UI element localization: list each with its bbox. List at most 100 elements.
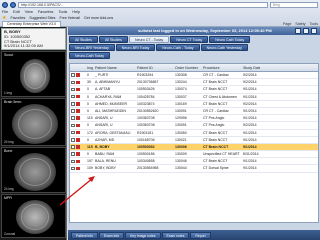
tab-key-image-notes[interactable]: Key Image notes — [125, 231, 161, 239]
column-header[interactable] — [70, 64, 86, 71]
table-row[interactable]: 0 ANSARI, U 100363708 130091 CT Pns Angio 9/2… — [70, 122, 318, 130]
tab-neuro-ct-today[interactable]: Neuro CT - Today — [128, 36, 170, 43]
table-cell: 100425784 — [137, 94, 155, 99]
table-cell: 130091 — [175, 123, 187, 128]
table-cell: CT Brain NCCT — [203, 137, 228, 142]
forward-button[interactable] — [10, 1, 16, 8]
row-checkbox[interactable] — [71, 94, 75, 99]
column-header[interactable]: Study Date — [242, 64, 260, 71]
table-cell: CT Dorsal Spine — [203, 166, 229, 171]
row-checkbox[interactable] — [71, 109, 75, 113]
row-checkbox[interactable] — [71, 166, 75, 171]
page-menu[interactable]: Page — [283, 22, 291, 26]
address-bar[interactable]: http://192.168.0.5/PACS/... — [18, 1, 268, 8]
table-row[interactable]: 0 A, AFTAB 100503426 130074 CT Brain NCCT 9/1… — [70, 86, 318, 94]
settings-icon[interactable] — [303, 28, 309, 34]
series-thumbnail[interactable]: MPR Coronal — [1, 194, 66, 238]
browser-search-input[interactable]: Bing — [270, 1, 318, 8]
tab-neuro-ct-today-2[interactable]: Neuro CT Today — [170, 36, 209, 43]
worklist-tabs-row3: Neuro-Cath Today — [69, 52, 111, 59]
tab-neuro-bri-today[interactable]: Neuro-BRI Today — [115, 44, 156, 51]
table-cell: 172 — [87, 130, 93, 135]
table-row[interactable]: 0 ALI, MASHRUDDIN 20130552620 130091 CR CT -… — [70, 108, 318, 116]
safety-menu[interactable]: Safety — [295, 22, 305, 26]
row-checkbox[interactable] — [71, 87, 75, 92]
tab-neuro-bri-yesterday[interactable]: Neuro-BRI Yesterday — [69, 44, 115, 51]
table-cell: 0 — [87, 87, 89, 92]
table-cell: CT Pns Angio — [203, 123, 225, 128]
row-checkbox[interactable] — [71, 159, 75, 164]
tools-menu[interactable]: Tools — [310, 22, 318, 26]
column-header[interactable]: Procedure — [202, 64, 242, 71]
table-cell: B, BOBY — [95, 144, 110, 149]
tab-report[interactable]: Report — [190, 231, 211, 239]
series-thumbnail[interactable]: Brain 5mm 24 img — [1, 98, 66, 146]
table-cell: CR CT - Cardiac — [203, 108, 229, 113]
login-status-bar: sulistst last logged in on Wednesday, Se… — [68, 27, 320, 35]
table-cell: A, ABHIMANYU — [95, 80, 120, 85]
tab-neuro-cath-today-3[interactable]: Neuro-Cath Today — [69, 52, 111, 59]
series-thumbnail[interactable]: Scout 1 img — [1, 51, 66, 97]
row-checkbox[interactable] — [71, 123, 75, 128]
table-row[interactable]: 0 AHMED, MUNSEER 100323874 130169 CT Brain N… — [70, 101, 318, 108]
row-checkbox[interactable] — [71, 116, 75, 120]
tab-exam-info[interactable]: Exam info — [98, 231, 125, 239]
table-cell: BOBY, BOBY — [95, 166, 116, 171]
table-row[interactable]: 115 ANSARI, U 100363708 129096 CT Pns Angio 9… — [70, 115, 318, 123]
tab-neuro-cath-today[interactable]: Neuro Cath Today — [209, 36, 251, 43]
row-checkbox[interactable] — [71, 145, 75, 149]
tab-neuro-cath-yesterday[interactable]: Neuro-Cath Yesterday — [200, 44, 248, 51]
table-row[interactable]: 172 ARORA, GEETANJALI R1903151 130050 CT Bra… — [70, 130, 318, 137]
refresh-icon[interactable] — [295, 28, 301, 34]
tab-exam-notes[interactable]: Exam notes — [161, 231, 190, 239]
row-checkbox[interactable] — [71, 152, 75, 156]
tab-patient-info[interactable]: Patient info — [71, 231, 98, 239]
flag-icon — [75, 109, 80, 113]
row-checkbox[interactable] — [71, 130, 75, 135]
row-controls — [70, 158, 86, 164]
table-row[interactable]: 0 _ PURTI R1903294 130308 CR CT - Cardiac 9/2… — [70, 72, 318, 80]
row-controls — [70, 130, 86, 136]
row-checkbox[interactable] — [71, 102, 75, 106]
table-row[interactable]: 0 ACHARYA, RAM 100425784 130037 CT Chest & A… — [70, 94, 318, 101]
brain-image — [16, 200, 54, 234]
thumbnail-count: 24 img — [4, 140, 14, 144]
table-row[interactable]: 109 BOBY, BOBY 20130554958 130044 CT Dorsal … — [70, 165, 318, 173]
table-cell: 0 — [87, 101, 89, 106]
table-row[interactable]: 197 BALA, RENU 100340658 130046 CT Brain NCC… — [70, 158, 318, 166]
column-header[interactable]: Patient ID — [136, 64, 174, 71]
help-icon[interactable] — [311, 28, 317, 34]
thumbnail-label: Scout — [4, 53, 14, 57]
table-cell: 100323874 — [137, 101, 155, 106]
table-row[interactable]: 115 B, BOBY 100500352 130006 CT Brain NCCT 9/… — [70, 143, 318, 152]
thumbnail-count: Coronal — [4, 232, 16, 236]
series-thumbnail[interactable]: Bone 24 img — [1, 147, 66, 193]
row-controls — [70, 165, 86, 171]
table-row[interactable]: 30 A, ABHIMANYU 20130736657 130244 CT Brain … — [70, 79, 318, 87]
table-cell: AHMED, MUNSEER — [95, 101, 128, 106]
table-row[interactable]: 0 AZHAR, MD 100165706 130021 CT Brain NCCT 9/… — [70, 137, 318, 144]
table-cell: 130044 — [175, 166, 187, 171]
table-cell: 100363708 — [137, 116, 155, 121]
browser-tools: Page Safety Tools — [283, 22, 318, 26]
worklist-panel: sulistst last logged in on Wednesday, Se… — [68, 27, 320, 240]
table-cell: 130037 — [175, 94, 187, 99]
table-row[interactable]: 0 BABU, RAM 100500186 130009 Unspecified CT … — [70, 151, 318, 159]
table-cell: 0 — [87, 73, 89, 77]
back-button[interactable] — [2, 1, 8, 8]
flag-icon — [75, 159, 80, 164]
column-header[interactable]: Order Number — [174, 64, 202, 71]
row-checkbox[interactable] — [71, 73, 75, 77]
row-checkbox[interactable] — [71, 80, 75, 85]
table-cell: BALA, RENU — [95, 159, 116, 164]
tab-all-studies[interactable]: All Studies — [69, 36, 98, 43]
table-cell: CT Brain NCCT — [203, 87, 228, 92]
row-checkbox[interactable] — [71, 138, 75, 142]
tab-all-studies-2[interactable]: All Studies — [98, 36, 128, 43]
table-cell: 115 — [87, 116, 93, 121]
table-cell: CT Brain NCCT — [203, 80, 228, 85]
tab-neuro-cath-today-2[interactable]: Neuro-Cath - Today — [156, 44, 200, 51]
row-controls — [70, 94, 86, 100]
column-header[interactable]: Img — [86, 64, 94, 71]
column-header[interactable]: Patient Name — [94, 64, 136, 71]
